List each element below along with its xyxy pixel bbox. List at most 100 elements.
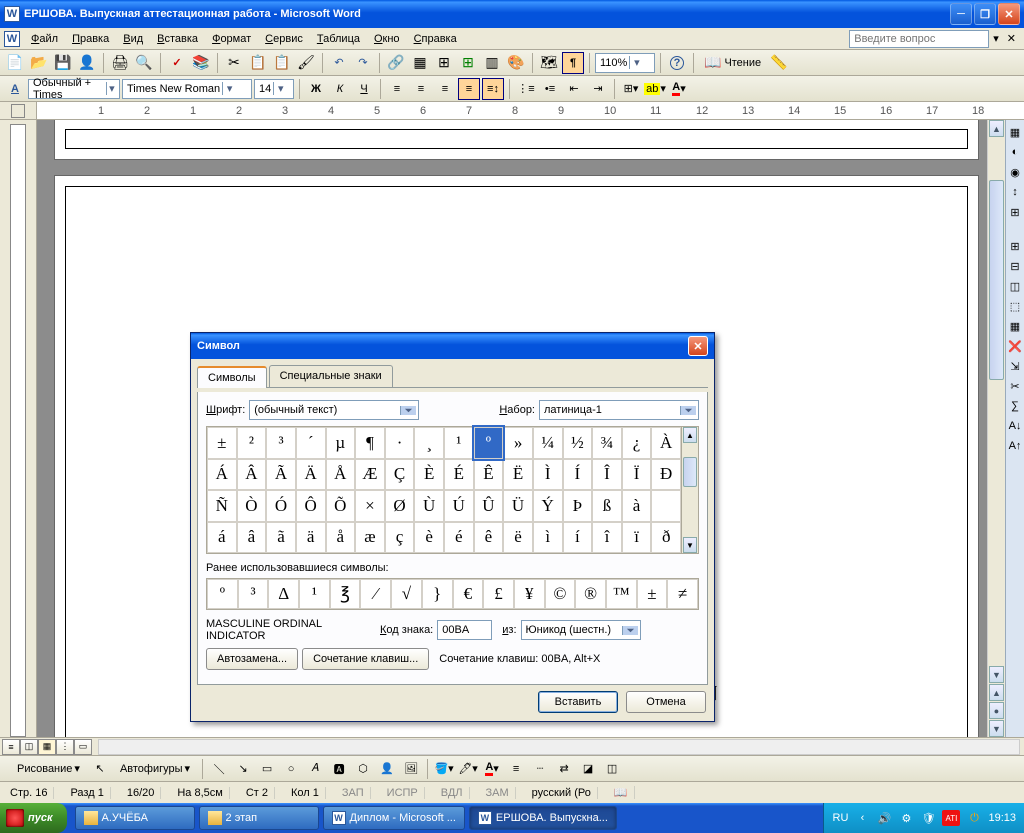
symbol-cell[interactable]: µ <box>326 427 356 459</box>
symbol-cell[interactable]: ß <box>592 490 622 522</box>
symbol-cell[interactable]: ¹ <box>444 427 474 459</box>
symbol-cell[interactable]: ¾ <box>592 427 622 459</box>
format-painter-button[interactable]: 🖌 <box>295 52 317 74</box>
rt-btn[interactable]: ▦ <box>1007 318 1023 334</box>
symbol-cell[interactable]: ³ <box>266 427 296 459</box>
symbol-cell[interactable]: ¸ <box>414 427 444 459</box>
font-color-button[interactable]: A▾ <box>481 758 503 780</box>
symbol-cell[interactable]: ¶ <box>355 427 385 459</box>
tray-icon[interactable]: 🔊 <box>876 810 892 826</box>
tab-special-chars[interactable]: Специальные знаки <box>269 365 393 387</box>
shortcut-key-button[interactable]: Сочетание клавиш... <box>302 648 429 670</box>
autoshapes-menu[interactable]: Автофигуры ▾ <box>113 759 197 778</box>
grid-scroll-down[interactable]: ▼ <box>683 537 697 553</box>
tables-borders-button[interactable]: ▦ <box>409 52 431 74</box>
symbol-cell[interactable]: · <box>385 427 415 459</box>
draw-menu[interactable]: Рисование ▾ <box>10 759 87 778</box>
cut-button[interactable]: ✂ <box>223 52 245 74</box>
symbol-cell[interactable]: í <box>563 522 593 554</box>
line-button[interactable]: ＼ <box>208 758 230 780</box>
font-combo[interactable]: Times New Roman▾ <box>122 79 252 99</box>
menu-Вставка[interactable]: Вставка <box>150 31 205 47</box>
symbol-cell[interactable]: Ý <box>533 490 563 522</box>
symbol-cell[interactable]: Ã <box>266 459 296 491</box>
sb-spell-icon[interactable]: 📖 <box>608 786 635 799</box>
size-combo[interactable]: 14▾ <box>254 79 294 99</box>
line-style-button[interactable]: ≡ <box>505 758 527 780</box>
symbol-cell[interactable]: ä <box>296 522 326 554</box>
recent-symbol-cell[interactable]: ¹ <box>299 579 330 609</box>
rt-btn[interactable]: ↕ <box>1007 184 1023 200</box>
tab-symbols[interactable]: Символы <box>197 366 267 388</box>
underline-button[interactable]: Ч <box>353 78 375 100</box>
copy-button[interactable]: 📋 <box>247 52 269 74</box>
symbol-cell[interactable]: è <box>414 522 444 554</box>
symbol-cell[interactable]: » <box>503 427 533 459</box>
tray-icon[interactable]: 🛡 <box>920 810 936 826</box>
symbol-cell[interactable]: Â <box>237 459 267 491</box>
symbol-cell[interactable]: ¼ <box>533 427 563 459</box>
help-button[interactable]: ? <box>666 52 688 74</box>
browse-object-button[interactable]: ● <box>989 702 1004 719</box>
symbol-cell[interactable]: Ï <box>622 459 652 491</box>
symbol-cell[interactable]: å <box>326 522 356 554</box>
wordart-button[interactable]: 🅰 <box>328 758 350 780</box>
symbol-cell[interactable]: ç <box>385 522 415 554</box>
next-page-button[interactable]: ▼ <box>989 720 1004 737</box>
undo-button[interactable]: ↶ <box>328 52 350 74</box>
tray-icon[interactable]: ⏻ <box>966 810 982 826</box>
symbol-cell[interactable]: Æ <box>355 459 385 491</box>
symbol-cell[interactable]: Ë <box>503 459 533 491</box>
symbol-cell[interactable]: È <box>414 459 444 491</box>
reading-view-button[interactable]: ▭ <box>74 739 92 755</box>
menu-Справка[interactable]: Справка <box>407 31 464 47</box>
3d-button[interactable]: ◫ <box>601 758 623 780</box>
borders-button[interactable]: ⊞▾ <box>620 78 642 100</box>
close-button[interactable]: ✕ <box>998 3 1020 25</box>
help-dropdown-icon[interactable]: ▾ <box>993 32 999 45</box>
recent-symbol-cell[interactable]: ℥ <box>330 579 361 609</box>
rt-btn[interactable]: ✂ <box>1007 378 1023 394</box>
symbol-cell[interactable]: Û <box>474 490 504 522</box>
open-button[interactable]: 📂 <box>28 52 50 74</box>
doc-map-button[interactable]: 🗺 <box>538 52 560 74</box>
grid-scroll-thumb[interactable] <box>683 457 697 487</box>
rt-btn[interactable]: ◐ <box>1007 144 1023 160</box>
oval-button[interactable]: ○ <box>280 758 302 780</box>
close-doc-button[interactable]: ✕ <box>1007 32 1016 45</box>
symbol-cell[interactable]: É <box>444 459 474 491</box>
symbol-cell[interactable]: Î <box>592 459 622 491</box>
vertical-ruler[interactable] <box>0 120 37 737</box>
symbol-cell[interactable]: Þ <box>563 490 593 522</box>
symbol-cell[interactable]: º <box>474 427 504 459</box>
menu-Таблица[interactable]: Таблица <box>310 31 367 47</box>
char-code-input[interactable] <box>437 620 492 640</box>
symbol-cell[interactable]: À <box>651 427 681 459</box>
rt-btn[interactable]: A↓ <box>1007 418 1023 434</box>
symbol-cell[interactable]: Í <box>563 459 593 491</box>
bold-button[interactable]: Ж <box>305 78 327 100</box>
menu-Файл[interactable]: Файл <box>24 31 65 47</box>
rectangle-button[interactable]: ▭ <box>256 758 278 780</box>
horizontal-ruler[interactable]: 12123456789101112131415161718 <box>0 102 1024 120</box>
prev-page-button[interactable]: ▲ <box>989 684 1004 701</box>
picture-button[interactable]: 🖼 <box>400 758 422 780</box>
symbol-cell[interactable]: ï <box>622 522 652 554</box>
fill-color-button[interactable]: 🪣▾ <box>433 758 455 780</box>
recent-symbol-cell[interactable]: ⁄ <box>360 579 391 609</box>
symbol-cell[interactable]: Ä <box>296 459 326 491</box>
menu-Формат[interactable]: Формат <box>205 31 258 47</box>
subset-combo[interactable]: латиница-1 <box>539 400 699 420</box>
ruler-button[interactable]: 📏 <box>768 52 790 74</box>
tray-chevron-icon[interactable]: ‹ <box>854 810 870 826</box>
sb-ovr[interactable]: ЗАМ <box>480 787 516 799</box>
italic-button[interactable]: К <box>329 78 351 100</box>
symbol-cell[interactable]: à <box>622 490 652 522</box>
lang-indicator[interactable]: RU <box>832 810 848 826</box>
justify-button[interactable]: ≡ <box>458 78 480 100</box>
autocorrect-button[interactable]: Автозамена... <box>206 648 298 670</box>
align-left-button[interactable]: ≡ <box>386 78 408 100</box>
recent-symbol-cell[interactable]: Δ <box>268 579 299 609</box>
font-combo[interactable]: (обычный текст) <box>249 400 419 420</box>
dialog-close-button[interactable]: ✕ <box>688 336 708 356</box>
